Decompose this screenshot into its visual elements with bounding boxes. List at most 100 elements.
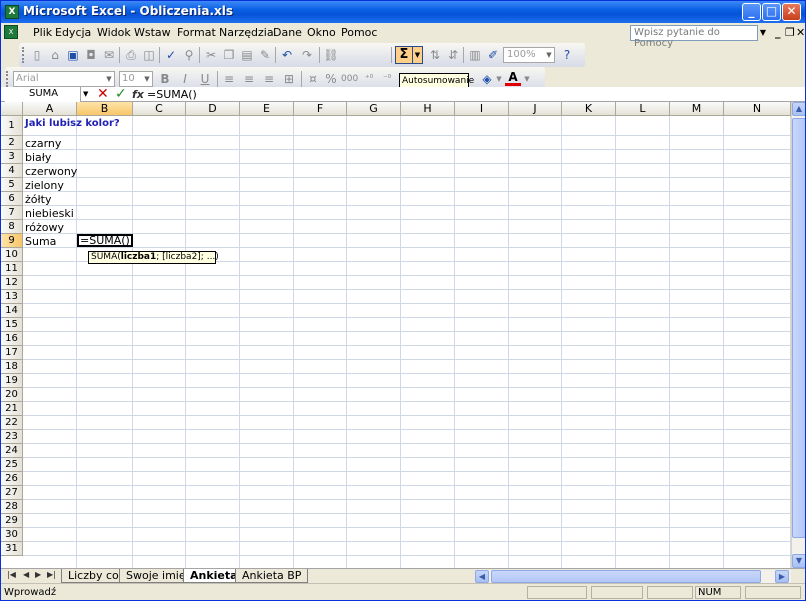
row-header-2[interactable]: 2 [1, 136, 23, 150]
cancel-entry-button[interactable]: ✕ [97, 86, 109, 102]
row-header-31[interactable]: 31 [1, 542, 23, 556]
worksheet-grid[interactable]: A B C D E F G H I J K L M N 1 2 3 4 5 6 7 8 9 10 1… [1, 102, 791, 568]
redo-icon[interactable]: ↷ [299, 47, 315, 63]
research-icon[interactable]: ⚲ [181, 47, 197, 63]
row-header-4[interactable]: 4 [1, 164, 23, 178]
select-all-corner[interactable] [1, 102, 23, 116]
cell-a3[interactable]: biały [23, 152, 51, 163]
column-header-a[interactable]: A [23, 102, 77, 116]
row-header-10[interactable]: 10 [1, 248, 23, 262]
column-header-n[interactable]: N [724, 102, 791, 116]
menu-dane[interactable]: Dane [273, 26, 302, 39]
row-header-17[interactable]: 17 [1, 346, 23, 360]
cut-icon[interactable]: ✂ [203, 47, 219, 63]
column-header-f[interactable]: F [294, 102, 347, 116]
horizontal-scrollbar[interactable]: ◀ ▶ [475, 570, 791, 583]
menu-okno[interactable]: Okno [307, 26, 336, 39]
prev-sheet-icon[interactable]: ◀ [23, 570, 29, 579]
minimize-button[interactable]: _ [742, 3, 761, 21]
align-left-icon[interactable]: ≡ [221, 71, 237, 87]
row-header-15[interactable]: 15 [1, 318, 23, 332]
row-header-7[interactable]: 7 [1, 206, 23, 220]
row-header-30[interactable]: 30 [1, 528, 23, 542]
next-sheet-icon[interactable]: ▶ [35, 570, 41, 579]
align-right-icon[interactable]: ≡ [261, 71, 277, 87]
increase-decimal-icon[interactable]: ⁺⁰ [361, 71, 377, 87]
row-header-8[interactable]: 8 [1, 220, 23, 234]
row-header-5[interactable]: 5 [1, 178, 23, 192]
workbook-minimize-button[interactable]: _ [775, 26, 781, 39]
row-header-14[interactable]: 14 [1, 304, 23, 318]
excel-app-icon[interactable]: X [5, 5, 19, 19]
print-icon[interactable]: ⎙ [123, 47, 139, 63]
scroll-down-icon[interactable]: ▼ [792, 554, 805, 568]
italic-button[interactable]: I [177, 71, 193, 87]
help-dropdown-icon[interactable]: ▼ [757, 25, 769, 41]
workbook-restore-button[interactable]: ❐ [785, 26, 795, 39]
format-painter-icon[interactable]: ✎ [257, 47, 273, 63]
cell-a4[interactable]: czerwony [23, 166, 77, 177]
menu-pomoc[interactable]: Pomoc [341, 26, 377, 39]
sheet-tab-swoje-imie[interactable]: Swoje imię [119, 569, 193, 583]
thousands-button[interactable]: 000 [341, 71, 358, 87]
row-header-27[interactable]: 27 [1, 486, 23, 500]
align-center-icon[interactable]: ≡ [241, 71, 257, 87]
copy-icon[interactable]: ❐ [221, 47, 237, 63]
hyperlink-icon[interactable]: ⛓ [323, 47, 339, 63]
menu-wstaw[interactable]: Wstaw [134, 26, 171, 39]
column-header-j[interactable]: J [509, 102, 562, 116]
column-header-l[interactable]: L [616, 102, 670, 116]
undo-icon[interactable]: ↶ [279, 47, 295, 63]
menu-format[interactable]: Format [177, 26, 216, 39]
column-header-d[interactable]: D [186, 102, 240, 116]
cell-a9[interactable]: Suma [23, 236, 56, 247]
drawing-icon[interactable]: ✐ [485, 47, 501, 63]
menu-widok[interactable]: Widok [97, 26, 131, 39]
currency-icon[interactable]: ¤ [305, 71, 321, 87]
toolbar-grip[interactable] [6, 71, 9, 87]
font-name-select[interactable]: Arial ▼ [13, 71, 115, 87]
open-folder-icon[interactable]: ⌂ [47, 47, 63, 63]
font-size-select[interactable]: 10 ▼ [119, 71, 153, 87]
cell-a2[interactable]: czarny [23, 138, 61, 149]
column-header-e[interactable]: E [240, 102, 294, 116]
row-header-20[interactable]: 20 [1, 388, 23, 402]
spelling-icon[interactable]: ✓ [163, 47, 179, 63]
help-icon[interactable]: ? [559, 47, 575, 63]
workbook-icon[interactable]: X [4, 25, 18, 39]
help-question-input[interactable]: Wpisz pytanie do Pomocy [630, 25, 758, 49]
formula-input[interactable]: =SUMA() [147, 87, 803, 102]
cell-a7[interactable]: niebieski [23, 208, 74, 219]
scroll-left-icon[interactable]: ◀ [475, 570, 489, 583]
cell-a5[interactable]: zielony [23, 180, 64, 191]
autosum-dropdown-icon[interactable]: ▼ [413, 46, 423, 64]
column-header-c[interactable]: C [133, 102, 186, 116]
column-header-b[interactable]: B [77, 102, 133, 116]
sort-descending-icon[interactable]: ⇵ [445, 47, 461, 63]
row-header-22[interactable]: 22 [1, 416, 23, 430]
save-icon[interactable]: ▣ [65, 47, 81, 63]
row-header-18[interactable]: 18 [1, 360, 23, 374]
menu-plik[interactable]: Plik [33, 26, 52, 39]
decrease-decimal-icon[interactable]: ⁻⁰ [379, 71, 395, 87]
zoom-select[interactable]: 100% ▼ [503, 47, 555, 63]
insert-function-button[interactable]: fx [132, 88, 144, 101]
column-header-g[interactable]: G [347, 102, 401, 116]
cell-a6[interactable]: żółty [23, 194, 51, 205]
permission-icon[interactable]: ◘ [83, 47, 99, 63]
column-header-k[interactable]: K [562, 102, 616, 116]
row-header-25[interactable]: 25 [1, 458, 23, 472]
close-button[interactable]: ✕ [782, 3, 801, 21]
percent-button[interactable]: % [323, 71, 339, 87]
merge-center-icon[interactable]: ⊞ [281, 71, 297, 87]
row-header-9[interactable]: 9 [1, 234, 23, 248]
menu-edycja[interactable]: Edycja [55, 26, 91, 39]
menu-narzedzia[interactable]: Narzędzia [219, 26, 274, 39]
scroll-right-icon[interactable]: ▶ [775, 570, 789, 583]
last-sheet-icon[interactable]: ▶| [47, 570, 56, 579]
row-header-21[interactable]: 21 [1, 402, 23, 416]
paste-icon[interactable]: ▤ [239, 47, 255, 63]
cell-a8[interactable]: różowy [23, 222, 64, 233]
row-header-24[interactable]: 24 [1, 444, 23, 458]
horizontal-scroll-thumb[interactable] [491, 570, 761, 583]
